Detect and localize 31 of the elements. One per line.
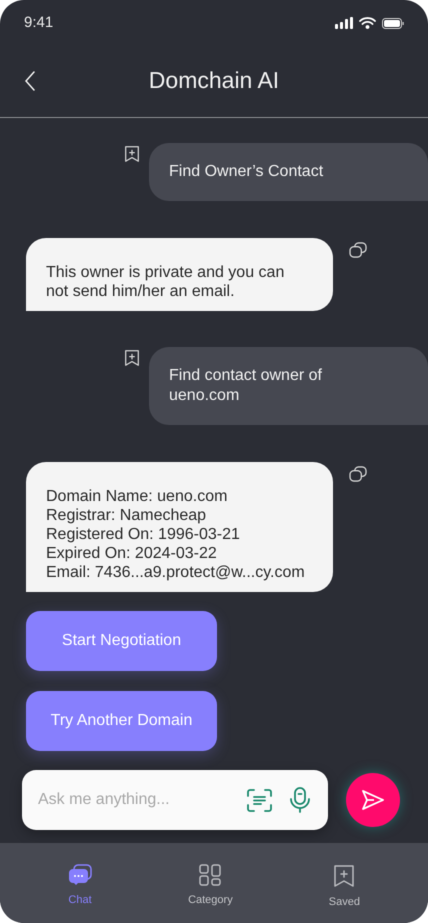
message-line: Registrar: Namecheap [46,506,208,525]
message-input-field[interactable]: Ask me anything... [38,788,229,812]
wifi-icon [359,17,376,29]
scan-text-icon[interactable] [247,788,272,812]
suggestion-button[interactable]: Try Another Domain [26,691,217,751]
screen-title: Domchain AI [148,66,280,96]
microphone-icon[interactable] [290,787,310,813]
grid-icon [199,864,222,886]
nav-tab[interactable]: Saved [328,864,360,910]
back-icon [25,70,35,90]
chat-bubbles-icon [68,864,92,886]
message-line: Registered On: 1996-03-21 [46,525,241,544]
message-line: Expired On: 2024-03-22 [46,544,218,563]
message-text: Find contact owner of ueno.com [169,366,323,406]
message-line: Email: 7436...a9.protect@w...cy.com [46,563,306,582]
nav-tab[interactable]: Category [188,864,233,908]
copy-icon[interactable] [349,466,368,482]
message-line: Domain Name: ueno.com [46,487,228,506]
bookmark-add-icon [333,864,356,888]
message-text: This owner is private and you can not send him/her an email. [46,263,286,301]
copy-icon[interactable] [349,242,368,258]
suggestion-button[interactable]: Start Negotiation [26,611,217,671]
status-time: 9:41 [24,12,54,33]
bookmark-add-icon[interactable] [123,144,141,164]
nav-tab[interactable]: Chat [68,864,92,908]
battery-icon [382,18,404,28]
send-icon [361,789,385,811]
send-button[interactable] [346,773,400,827]
signal-icon [335,17,353,29]
message-text: Find Owner’s Contact [169,162,324,182]
bookmark-add-icon[interactable] [123,348,141,368]
